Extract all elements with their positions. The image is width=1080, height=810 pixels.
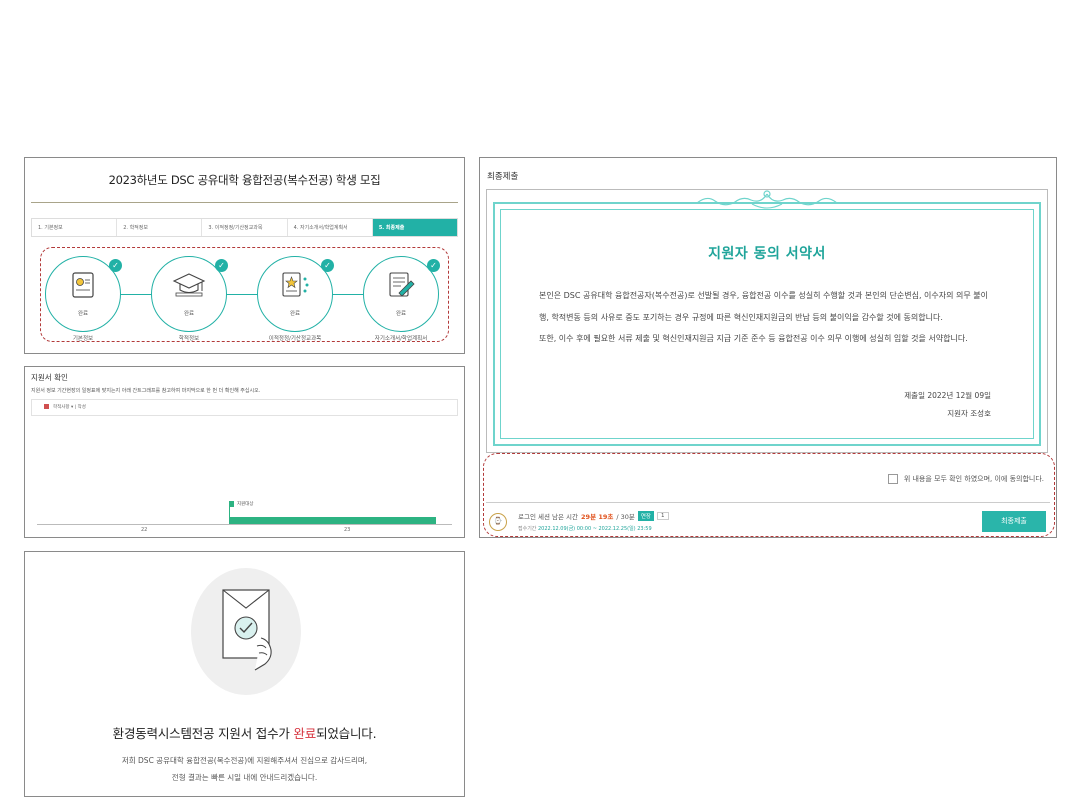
gantt-task-flag [229, 501, 234, 507]
flag-icon [44, 404, 49, 409]
completion-subtext: 저희 DSC 공유대학 융합전공(복수전공)에 지원해주셔서 진심으로 감사드리… [25, 752, 464, 786]
filter-label: 학적사항 ▾ | 작성 [53, 405, 86, 410]
completion-message: 환경동력시스템전공 지원서 접수가 완료되었습니다. [25, 723, 464, 742]
step-courses[interactable]: ✓ 완료 [257, 256, 334, 332]
step-basic-info[interactable]: ✓ 완료 [45, 256, 122, 332]
check-icon: ✓ [427, 259, 440, 272]
session-remaining: 29분 19초 [581, 513, 614, 521]
period-value: 2022.12.09(금) 00:00 ~ 2022.12.25(일) 23:5… [538, 526, 652, 532]
application-check-panel: 지원서 확인 지원서 정보 기간현장의 일정표에 맞지는지 아래 간트그래프를 … [24, 366, 465, 538]
submit-date: 제출일 2022년 12월 09일 [904, 391, 991, 400]
submission-complete-panel: 환경동력시스템전공 지원서 접수가 완료되었습니다. 저희 DSC 공유대학 융… [24, 551, 465, 797]
document-star-icon [280, 271, 310, 303]
subtext-line: 저희 DSC 공유대학 융합전공(복수전공)에 지원해주셔서 진심으로 감사드리… [121, 756, 368, 765]
session-total: / 30분 [616, 513, 635, 521]
gantt-axis [37, 524, 452, 525]
gantt-filter[interactable]: 학적사항 ▾ | 작성 [31, 399, 458, 416]
applicant-name: 지원자 조성호 [947, 409, 991, 418]
step-label-basic-info: 기본정보 [72, 336, 94, 342]
application-period: 접수기간 2022.12.09(금) 00:00 ~ 2022.12.25(일)… [518, 525, 652, 532]
tab-academic-info[interactable]: 2. 학적정보 [117, 219, 203, 236]
id-card-icon [71, 271, 95, 303]
step-self-intro[interactable]: ✓ 완료 [363, 256, 440, 332]
illustration-background [191, 568, 301, 695]
msg-highlight: 완료 [293, 726, 317, 741]
step-academic-info[interactable]: ✓ 완료 [151, 256, 228, 332]
session-label: 로그인 세션 남은 시간 [518, 513, 579, 521]
section-heading: 최종제출 [487, 172, 519, 182]
pledge-box: 지원자 동의 서약서 본인은 DSC 공유대학 융합전공자(복수전공)로 선발될… [486, 189, 1048, 453]
step-label-academic-info: 학적정보 [178, 336, 200, 342]
tab-basic-info[interactable]: 1. 기본정보 [32, 219, 118, 236]
pledge-title: 지원자 동의 서약서 [708, 246, 826, 262]
pledge-paragraph: 또한, 이수 후에 필요한 서류 제출 및 혁신인재지원금 지급 기준 준수 등… [539, 334, 968, 343]
subtext-line: 전형 결과는 빠른 시일 내에 안내드리겠습니다. [171, 773, 318, 782]
gantt-tick-left: 22 [141, 527, 148, 533]
step-status: 완료 [77, 311, 89, 317]
pledge-paragraph: 본인은 DSC 공유대학 융합전공자(복수전공)로 선발될 경우, 융합전공 이… [539, 291, 989, 322]
final-submit-panel: 최종제출 지원자 동의 서약서 본인은 DSC 공유대학 융합전공자(복수전공)… [479, 157, 1057, 538]
tab-courses[interactable]: 3. 이적정정/기산정교과목 [202, 219, 288, 236]
graduation-cap-icon [172, 271, 206, 303]
clock-icon: ⌚ [489, 513, 507, 531]
final-submit-button[interactable]: 최종제출 [982, 511, 1046, 532]
step-status: 완료 [395, 311, 407, 317]
section-description: 지원서 정보 기간현장의 일정표에 맞지는지 아래 간트그래프를 참고하여 마지… [31, 388, 261, 394]
pledge-signature: 제출일 2022년 12월 09일 지원자 조성호 [904, 387, 991, 423]
check-icon: ✓ [215, 259, 228, 272]
step-status: 완료 [289, 311, 301, 317]
step-label-courses: 이적정정/기산정교과목 [268, 336, 322, 342]
title-divider [31, 202, 458, 203]
session-info: 로그인 세션 남은 시간 29분 19초 / 30분 연장 1 [518, 511, 669, 521]
ornament-icon [696, 190, 838, 209]
tab-self-intro[interactable]: 4. 자기소개서/학업계획서 [288, 219, 373, 236]
divider [486, 502, 1050, 503]
gantt-tick-right: 23 [344, 527, 351, 533]
recruit-progress-panel: 2023하년도 DSC 공유대학 융합전공(복수전공) 학생 모집 1. 기본정… [24, 157, 465, 354]
step-label-self-intro: 자기소개서/학업계획서 [374, 336, 428, 342]
step-tabs: 1. 기본정보 2. 학적정보 3. 이적정정/기산정교과목 4. 자기소개서/… [31, 218, 458, 237]
gantt-task-bar[interactable] [229, 517, 436, 524]
tab-final-submit[interactable]: 5. 최종제출 [372, 219, 458, 236]
gantt-task-name: 지원대상 [237, 502, 254, 507]
agree-label: 위 내용을 모두 확인 하였으며, 이에 동의합니다. [903, 475, 1044, 483]
msg-suffix: 되었습니다. [316, 726, 377, 741]
extend-session-button[interactable]: 연장 [637, 511, 654, 521]
extend-count: 1 [657, 512, 669, 520]
pledge-body: 본인은 DSC 공유대학 융합전공자(복수전공)로 선발될 경우, 융합전공 이… [539, 285, 995, 350]
recruit-title: 2023하년도 DSC 공유대학 융합전공(복수전공) 학생 모집 [108, 173, 381, 187]
section-heading: 지원서 확인 [31, 373, 68, 382]
check-icon: ✓ [321, 259, 334, 272]
steps-connector [87, 294, 402, 295]
agree-checkbox[interactable] [887, 474, 898, 484]
step-status: 완료 [183, 311, 195, 317]
check-icon: ✓ [109, 259, 122, 272]
period-label: 접수기간 [518, 526, 537, 532]
msg-prefix: 환경동력시스템전공 지원서 접수가 [112, 726, 294, 741]
document-pen-icon [387, 271, 415, 303]
envelope-check-icon [222, 589, 272, 671]
agree-row[interactable]: 위 내용을 모두 확인 하였으며, 이에 동의합니다. [887, 474, 1044, 484]
